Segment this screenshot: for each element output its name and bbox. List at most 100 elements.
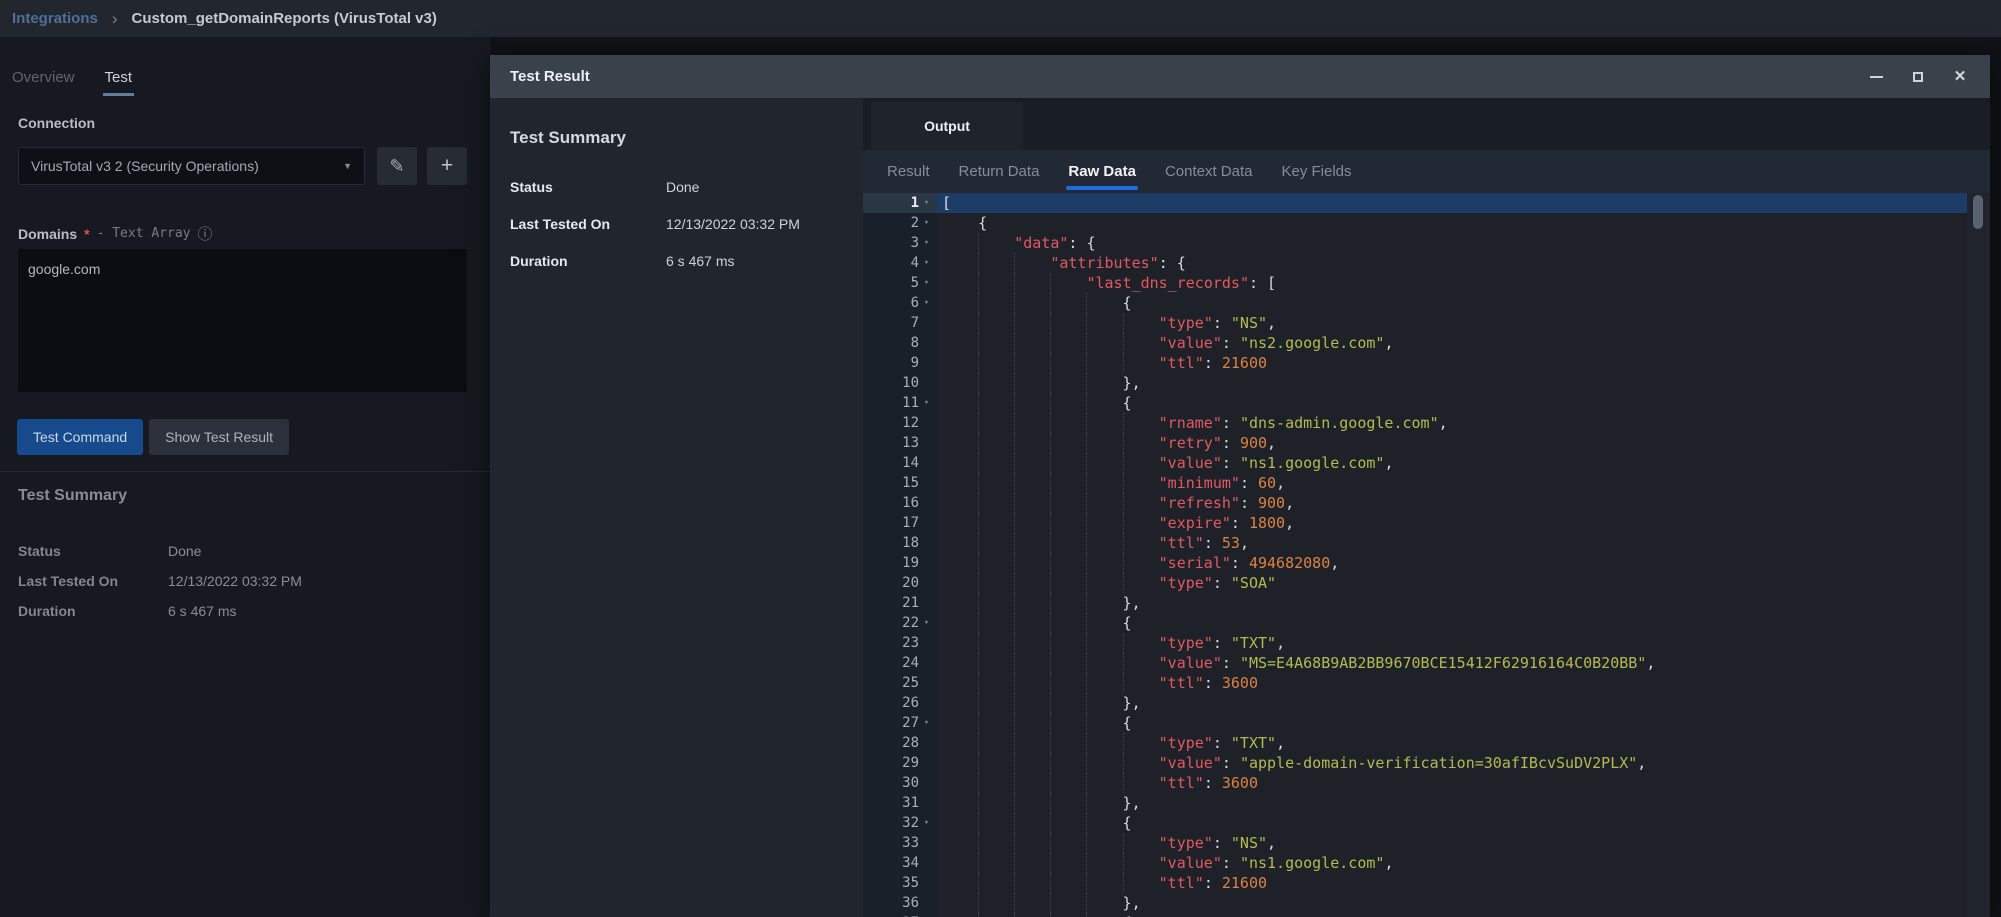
code-text[interactable]: { <box>937 393 1967 413</box>
code-text[interactable]: }, <box>937 893 1967 913</box>
fold-caret-icon[interactable]: ▾ <box>921 193 932 213</box>
token-p: : <box>1222 654 1240 672</box>
indent-guide <box>978 553 1014 573</box>
fold-caret-icon[interactable]: ▾ <box>921 813 932 833</box>
code-line: 7"type": "NS", <box>863 313 1967 333</box>
subtab-context-data[interactable]: Context Data <box>1163 150 1255 193</box>
code-text[interactable]: "value": "ns2.google.com", <box>937 333 1967 353</box>
indent-guide <box>1086 353 1122 373</box>
code-text[interactable]: }, <box>937 793 1967 813</box>
line-gutter: 8 <box>863 333 937 353</box>
code-text[interactable]: { <box>937 293 1967 313</box>
code-text[interactable]: "type": "SOA" <box>937 573 1967 593</box>
token-p: , <box>1384 854 1393 872</box>
connection-select[interactable]: VirusTotal v3 2 (Security Operations) ▼ <box>18 147 365 185</box>
code-text[interactable]: "refresh": 900, <box>937 493 1967 513</box>
code-text[interactable]: "value": "apple-domain-verification=30af… <box>937 753 1967 773</box>
code-text[interactable]: "ttl": 3600 <box>937 773 1967 793</box>
minimize-button[interactable] <box>1868 69 1884 85</box>
indent-guide <box>942 713 978 733</box>
add-connection-button[interactable]: + <box>427 147 467 185</box>
code-text[interactable]: "type": "NS", <box>937 833 1967 853</box>
code-text[interactable]: "ttl": 21600 <box>937 873 1967 893</box>
line-gutter: 4▾ <box>863 253 937 273</box>
modal-header[interactable]: Test Result ✕ <box>490 55 1990 98</box>
token-p: }, <box>1123 794 1141 812</box>
code-text[interactable]: "value": "MS=E4A68B9AB2BB9670BCE15412F62… <box>937 653 1967 673</box>
test-command-button[interactable]: Test Command <box>17 419 143 455</box>
scrollbar-thumb[interactable] <box>1973 195 1983 229</box>
code-text[interactable]: }, <box>937 693 1967 713</box>
subtab-result[interactable]: Result <box>885 150 932 193</box>
code-text[interactable]: "serial": 494682080, <box>937 553 1967 573</box>
code-text[interactable]: { <box>937 213 1967 233</box>
indent-guide <box>978 333 1014 353</box>
code-text[interactable]: "ttl": 3600 <box>937 673 1967 693</box>
code-text[interactable]: "type": "NS", <box>937 313 1967 333</box>
code-text[interactable]: { <box>937 913 1967 917</box>
subtab-raw-data[interactable]: Raw Data <box>1066 150 1138 193</box>
line-gutter: 13 <box>863 433 937 453</box>
code-text[interactable]: "minimum": 60, <box>937 473 1967 493</box>
indent-guide <box>978 453 1014 473</box>
domains-input[interactable]: google.com <box>18 249 467 392</box>
code-text[interactable]: "rname": "dns-admin.google.com", <box>937 413 1967 433</box>
fold-caret-icon[interactable]: ▾ <box>921 293 932 313</box>
info-icon[interactable]: ⓘ <box>198 223 213 244</box>
code-text[interactable]: "expire": 1800, <box>937 513 1967 533</box>
code-text[interactable]: "data": { <box>937 233 1967 253</box>
fold-caret-icon[interactable]: ▾ <box>921 613 932 633</box>
line-number: 1 <box>911 193 919 213</box>
code-text[interactable]: "ttl": 21600 <box>937 353 1967 373</box>
show-test-result-button[interactable]: Show Test Result <box>149 419 289 455</box>
code-text[interactable]: { <box>937 713 1967 733</box>
maximize-icon <box>1913 72 1923 82</box>
code-text[interactable]: "type": "TXT", <box>937 733 1967 753</box>
indent-guide <box>1086 893 1122 913</box>
indent-guide <box>1050 713 1086 733</box>
fold-caret-icon[interactable]: ▾ <box>921 253 932 273</box>
fold-caret-icon[interactable]: ▾ <box>921 233 932 253</box>
code-text[interactable]: }, <box>937 593 1967 613</box>
fold-caret-icon[interactable]: ▾ <box>921 213 932 233</box>
code-text[interactable]: "value": "ns1.google.com", <box>937 453 1967 473</box>
maximize-button[interactable] <box>1910 69 1926 85</box>
indent-guide <box>1086 853 1122 873</box>
indent-guide <box>978 253 1014 273</box>
code-text[interactable]: { <box>937 813 1967 833</box>
code-text[interactable]: "attributes": { <box>937 253 1967 273</box>
vertical-scrollbar[interactable] <box>1967 193 1990 917</box>
fold-caret-icon[interactable]: ▾ <box>921 273 932 293</box>
tab-output[interactable]: Output <box>871 102 1023 150</box>
indent-guide <box>1086 713 1122 733</box>
indent-guide <box>1086 573 1122 593</box>
tab-test[interactable]: Test <box>103 67 135 96</box>
tab-overview[interactable]: Overview <box>10 67 77 96</box>
subtab-return-data[interactable]: Return Data <box>957 150 1042 193</box>
code-line: 11▾{ <box>863 393 1967 413</box>
indent-guide <box>942 533 978 553</box>
fold-caret-icon[interactable]: ▾ <box>921 393 932 413</box>
indent-guide <box>1050 753 1086 773</box>
subtab-key-fields[interactable]: Key Fields <box>1279 150 1353 193</box>
breadcrumb-integrations-link[interactable]: Integrations <box>12 10 98 27</box>
code-text[interactable]: "retry": 900, <box>937 433 1967 453</box>
code-text[interactable]: "value": "ns1.google.com", <box>937 853 1967 873</box>
code-text[interactable]: "type": "TXT", <box>937 633 1967 653</box>
code-line: 25"ttl": 3600 <box>863 673 1967 693</box>
indent-guide <box>978 873 1014 893</box>
code-text[interactable]: "ttl": 53, <box>937 533 1967 553</box>
token-k: "ttl" <box>1159 354 1204 372</box>
token-n: 900 <box>1240 434 1267 452</box>
code-text[interactable]: [ <box>937 193 1967 213</box>
fold-caret-icon[interactable]: ▾ <box>921 713 932 733</box>
edit-connection-button[interactable]: ✎ <box>377 147 417 185</box>
close-button[interactable]: ✕ <box>1952 69 1968 85</box>
indent-guide <box>978 913 1014 917</box>
indent-guide <box>978 813 1014 833</box>
code-text[interactable]: "last_dns_records": [ <box>937 273 1967 293</box>
code-text[interactable]: { <box>937 613 1967 633</box>
summary-row: Duration6 s 467 ms <box>18 596 448 626</box>
code-text[interactable]: }, <box>937 373 1967 393</box>
summary-value: 6 s 467 ms <box>168 603 236 619</box>
